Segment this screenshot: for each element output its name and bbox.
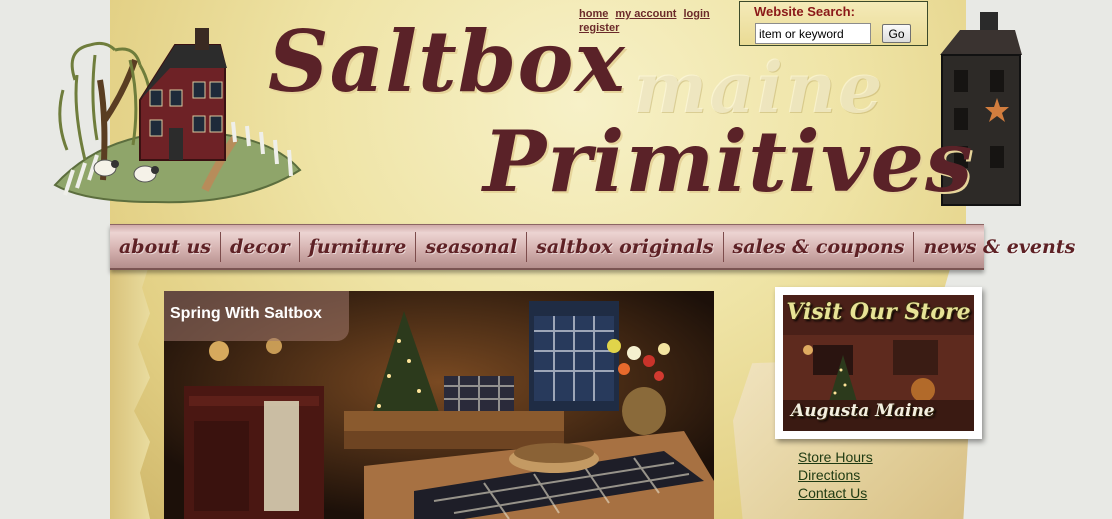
main-nav: about us decor furniture seasonal saltbo… [110,224,1075,270]
page: Saltbox maine Primitives home my account l… [0,0,1112,519]
visit-our-store-heading: Visit Our Store [786,299,971,325]
login-link[interactable]: login [683,8,709,20]
search-title: Website Search: [754,4,855,19]
logo-text-primitives: Primitives [483,112,974,211]
directions-link[interactable]: Directions [798,466,873,484]
nav-item-about-us[interactable]: about us [110,231,221,262]
visit-store-card[interactable]: Visit Our Store Augusta Maine [775,287,982,439]
register-link[interactable]: register [579,22,619,34]
contact-us-link[interactable]: Contact Us [798,484,873,502]
my-account-link[interactable]: my account [615,8,676,20]
store-hours-link[interactable]: Store Hours [798,448,873,466]
account-links: home my account login register [579,7,739,35]
store-photo: Visit Our Store Augusta Maine [783,295,974,431]
nav-item-seasonal[interactable]: seasonal [416,231,528,262]
website-search-panel: Website Search: Go [739,1,928,46]
nav-item-furniture[interactable]: furniture [300,231,417,262]
search-input[interactable] [755,23,871,44]
nav-item-saltbox-originals[interactable]: saltbox originals [527,231,724,262]
nav-item-news-events[interactable]: news & events [914,232,1084,262]
saltbox-house-illustration [53,28,302,204]
logo-text-saltbox: Saltbox [268,12,626,111]
search-go-button[interactable]: Go [882,24,911,43]
nav-item-sales-coupons[interactable]: sales & coupons [724,231,915,262]
slideshow-title: Spring With Saltbox [164,291,349,341]
store-city-label: Augusta Maine [791,401,935,421]
store-links: Store Hours Directions Contact Us [798,448,873,502]
nav-item-decor[interactable]: decor [221,231,300,262]
home-link[interactable]: home [579,8,608,20]
featured-slideshow[interactable]: Spring With Saltbox [164,291,714,519]
